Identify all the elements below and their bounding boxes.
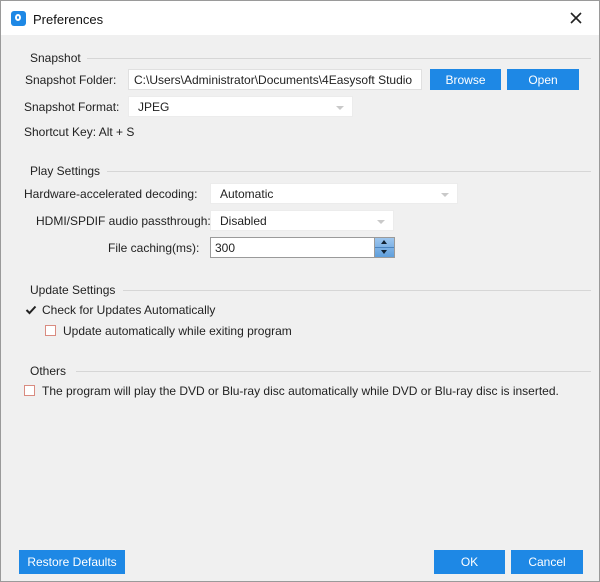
window-title: Preferences — [33, 12, 104, 27]
app-logo-icon — [11, 11, 26, 26]
close-button[interactable] — [561, 5, 591, 31]
hw-decoding-select[interactable]: Automatic — [210, 183, 458, 204]
snapshot-folder-label: Snapshot Folder: — [25, 73, 117, 87]
file-caching-label: File caching(ms): — [108, 241, 200, 255]
snapshot-format-value: JPEG — [138, 100, 170, 114]
hdmi-passthrough-value: Disabled — [220, 214, 267, 228]
hdmi-passthrough-select[interactable]: Disabled — [210, 210, 394, 231]
open-button[interactable]: Open — [507, 69, 579, 90]
close-icon — [570, 12, 582, 24]
autoplay-disc-checkbox[interactable] — [24, 385, 35, 396]
update-on-exit-label[interactable]: Update automatically while exiting progr… — [63, 324, 292, 338]
chevron-down-icon — [441, 193, 449, 197]
group-divider — [87, 58, 591, 59]
cancel-button[interactable]: Cancel — [511, 550, 583, 574]
group-title-snapshot: Snapshot — [30, 51, 81, 65]
group-title-others: Others — [30, 364, 67, 378]
chevron-down-icon — [336, 106, 344, 110]
spin-up-arrow-icon[interactable] — [375, 238, 394, 248]
snapshot-format-label: Snapshot Format: — [24, 100, 120, 114]
group-divider — [76, 371, 591, 372]
restore-defaults-button[interactable]: Restore Defaults — [19, 550, 125, 574]
group-divider — [107, 171, 591, 172]
ok-button[interactable]: OK — [434, 550, 505, 574]
title-bar: Preferences — [1, 1, 599, 35]
snapshot-format-select[interactable]: JPEG — [128, 96, 353, 117]
browse-button[interactable]: Browse — [430, 69, 501, 90]
check-updates-checkbox[interactable] — [25, 304, 37, 315]
spin-down-arrow-icon[interactable] — [375, 248, 394, 257]
file-caching-value: 300 — [215, 241, 236, 255]
snapshot-folder-input[interactable]: C:\Users\Administrator\Documents\4Easyso… — [128, 69, 422, 90]
group-title-update-settings: Update Settings — [30, 283, 116, 297]
shortcut-key-text: Shortcut Key: Alt + S — [24, 125, 135, 139]
group-divider — [123, 290, 591, 291]
file-caching-spinbox[interactable]: 300 — [210, 237, 395, 258]
hdmi-passthrough-label: HDMI/SPDIF audio passthrough: — [36, 214, 211, 228]
update-on-exit-checkbox[interactable] — [45, 325, 56, 336]
group-title-play-settings: Play Settings — [30, 164, 101, 178]
checkmark-icon — [25, 305, 37, 315]
preferences-window: Preferences Snapshot Snapshot Folder: C:… — [0, 0, 600, 582]
hw-decoding-value: Automatic — [220, 187, 274, 201]
hw-decoding-label: Hardware-accelerated decoding: — [24, 187, 198, 201]
spin-arrows — [374, 238, 394, 257]
autoplay-disc-label[interactable]: The program will play the DVD or Blu-ray… — [42, 384, 559, 398]
chevron-down-icon — [377, 220, 385, 224]
check-updates-label[interactable]: Check for Updates Automatically — [42, 303, 215, 317]
